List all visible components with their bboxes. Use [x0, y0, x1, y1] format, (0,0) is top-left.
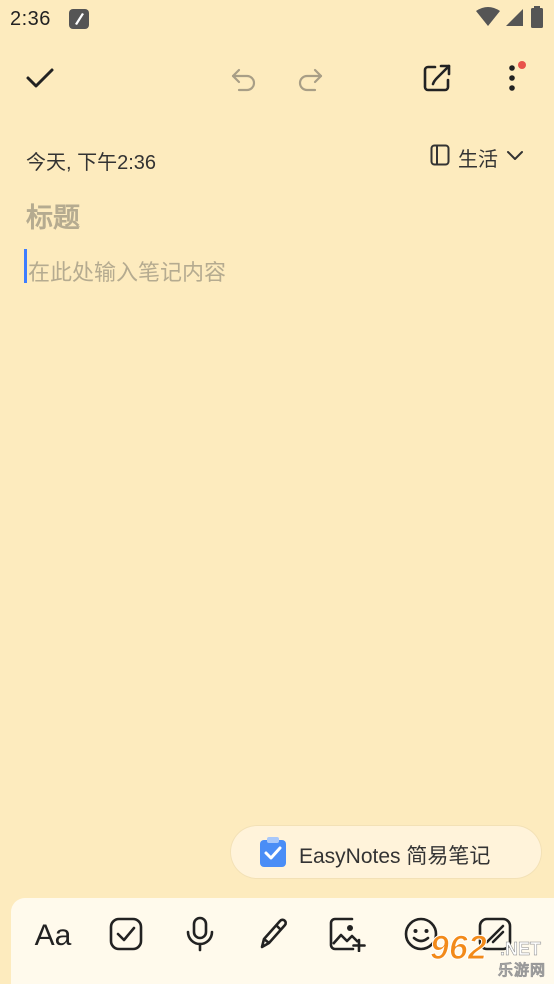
- watermark-domain: .NET: [500, 939, 542, 960]
- more-vert-icon: [506, 63, 518, 98]
- add-image-button[interactable]: [315, 898, 379, 974]
- note-title-input[interactable]: 标题: [26, 196, 80, 235]
- category-selector[interactable]: 生活: [430, 143, 524, 172]
- undo-button[interactable]: [220, 52, 268, 108]
- battery-icon: [530, 5, 544, 33]
- status-bar: 2:36: [0, 0, 554, 40]
- text-cursor: [24, 249, 27, 283]
- cellular-signal-icon: [506, 7, 524, 32]
- add-image-icon: [328, 916, 366, 957]
- check-icon: [24, 62, 56, 99]
- clipboard-check-icon: [258, 836, 288, 873]
- more-options-button[interactable]: [488, 52, 536, 108]
- site-watermark: 962 .NET 乐游网: [428, 929, 548, 981]
- note-meta-row: 今天, 下午2:36 生活: [0, 138, 554, 178]
- text-format-button[interactable]: Aa: [21, 898, 85, 974]
- checklist-button[interactable]: [94, 898, 158, 974]
- app-badge: EasyNotes 简易笔记: [231, 826, 541, 878]
- redo-button[interactable]: [286, 52, 334, 108]
- status-time: 2:36: [10, 8, 51, 30]
- voice-input-button[interactable]: [168, 898, 232, 974]
- draw-button[interactable]: [242, 898, 306, 974]
- wifi-icon: [476, 6, 500, 32]
- note-date: 今天, 下午2:36: [26, 152, 157, 174]
- app-notification-icon: [68, 8, 90, 30]
- share-button[interactable]: [413, 52, 461, 108]
- mic-icon: [184, 916, 216, 957]
- notification-dot: [518, 61, 526, 69]
- note-body-input[interactable]: 在此处输入笔记内容: [28, 255, 226, 287]
- checklist-icon: [108, 916, 144, 957]
- category-label: 生活: [458, 149, 498, 171]
- watermark-name: 乐游网: [498, 962, 547, 980]
- save-check-button[interactable]: [16, 52, 64, 108]
- undo-icon: [229, 63, 259, 98]
- redo-icon: [295, 63, 325, 98]
- text-format-label: Aa: [34, 919, 72, 952]
- pen-icon: [256, 916, 292, 957]
- notebook-icon: [430, 144, 450, 171]
- watermark-number: 962: [430, 929, 488, 968]
- chevron-down-icon: [506, 149, 524, 167]
- share-icon: [421, 62, 453, 99]
- editor-toolbar: [0, 52, 554, 108]
- app-badge-text: EasyNotes 简易笔记: [299, 845, 491, 868]
- status-icons: [476, 5, 544, 33]
